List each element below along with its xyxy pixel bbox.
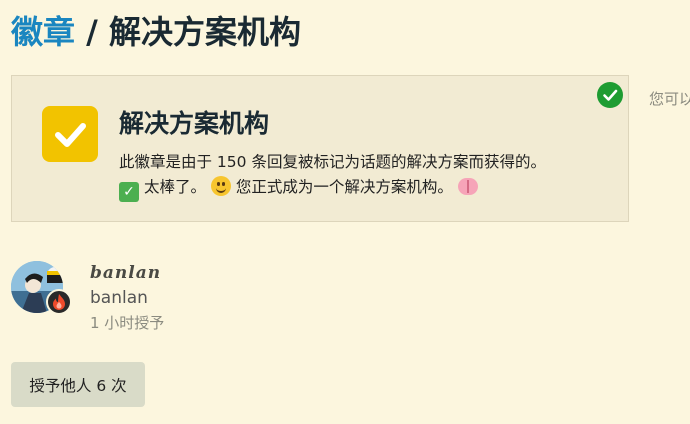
user-title: banlan [90, 263, 162, 283]
breadcrumb-separator: / [86, 13, 98, 51]
breadcrumb-current: 解决方案机构 [108, 13, 301, 51]
check-mark-emoji-icon: ✓ [119, 182, 139, 202]
badge-card: 解决方案机构 此徽章是由于 150 条回复被标记为话题的解决方案而获得的。 ✓ … [11, 75, 629, 222]
badge-description-line2: ✓ 太棒了。 您正式成为一个解决方案机构。 [119, 175, 546, 202]
check-icon [55, 123, 86, 147]
granted-time: 1 小时授予 [90, 314, 165, 332]
badge-icon [42, 106, 98, 162]
page-title: 徽章 / 解决方案机构 [11, 10, 301, 54]
brain-emoji-icon [457, 178, 478, 195]
badge-description-text-a: 太棒了。 [143, 178, 206, 196]
check-circle-icon [597, 82, 623, 108]
granted-check-mark [603, 89, 618, 101]
badge-description-line1: 此徽章是由于 150 条回复被标记为话题的解决方案而获得的。 [119, 153, 546, 171]
badge-name: 解决方案机构 [119, 109, 270, 138]
grant-others-button[interactable]: 授予他人 6 次 [11, 362, 145, 407]
username-link[interactable]: banlan [90, 288, 148, 308]
flame-icon [46, 289, 72, 315]
breadcrumb-badges-link[interactable]: 徽章 [11, 13, 75, 51]
flair-flame [53, 294, 65, 310]
badge-description: 此徽章是由于 150 条回复被标记为话题的解决方案而获得的。 ✓ 太棒了。 您正… [119, 150, 546, 202]
side-hint-text: 您可以 [649, 90, 690, 108]
smile-emoji-icon [210, 176, 231, 196]
badge-description-text-b: 您正式成为一个解决方案机构。 [235, 178, 453, 196]
